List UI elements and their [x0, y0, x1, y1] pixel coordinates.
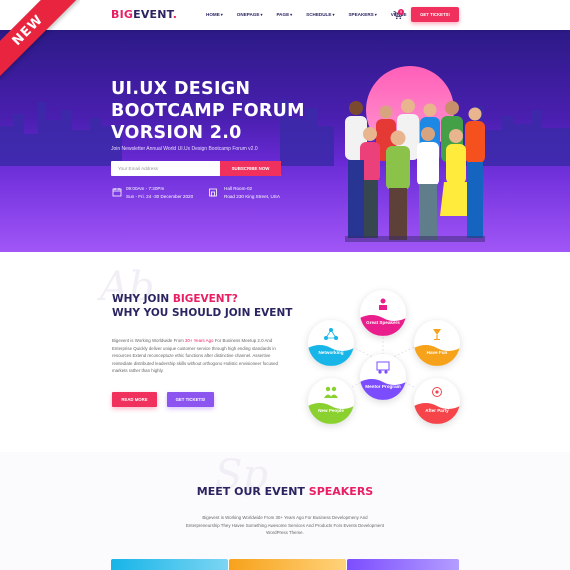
- nav-item-page[interactable]: PAGE ▾: [276, 12, 292, 17]
- location-icon: [209, 188, 217, 197]
- title-highlight: SPEAKERS: [308, 485, 374, 498]
- email-placeholder: Your Email Address: [118, 166, 158, 171]
- nav-item-onepage[interactable]: ONEPAGE ▾: [237, 12, 263, 17]
- nav-item-home[interactable]: HOME ▾: [206, 12, 223, 17]
- mentor-board-icon: [376, 361, 390, 374]
- hero-title-line2: BOOTCAMP FORUM: [111, 101, 305, 121]
- venue-hall: Hall Room-02: [224, 186, 253, 191]
- feature-label: After Party: [425, 408, 449, 413]
- site-header: BIGEVENT. HOME ▾ ONEPAGE ▾ PAGE ▾ SCHEDULE ▾…: [0, 0, 570, 30]
- feature-new-people[interactable]: New People: [308, 378, 354, 424]
- nav-item-speakers[interactable]: SPEAKERS ▾: [348, 12, 376, 17]
- nav-item-schedule[interactable]: SCHEDULE ▾: [306, 12, 334, 17]
- hero-title: UI.UX DESIGN BOOTCAMP FORUM VORSION 2.0: [111, 78, 305, 144]
- new-ribbon: NEW: [0, 0, 80, 80]
- feature-label: New People: [318, 408, 344, 413]
- site-logo[interactable]: BIGEVENT.: [111, 8, 177, 21]
- speaker-card[interactable]: [347, 559, 459, 570]
- cart-count-badge: 0: [398, 9, 404, 15]
- calendar-icon: [112, 188, 122, 197]
- network-icon: [324, 328, 338, 340]
- fun-drink-icon: [433, 329, 441, 340]
- nav-label: HOME: [206, 12, 220, 17]
- new-ribbon-label: NEW: [0, 0, 80, 80]
- why-join-section: Ab WHY JOIN BIGEVENT? WHY YOU SHOULD JOI…: [0, 252, 570, 452]
- logo-part1: BIG: [111, 8, 134, 21]
- title-prefix: MEET OUR EVENT: [196, 485, 309, 498]
- event-time-line1: 09:00Am - 7:30Pm: [126, 186, 165, 191]
- get-tickets-button[interactable]: GET TICKETS!: [411, 7, 459, 22]
- feature-networking[interactable]: Networking: [308, 320, 354, 366]
- speakers-description: Bigevent is Working Worldwide From 30+ Y…: [185, 515, 384, 535]
- speakers-section: Sp MEET OUR EVENT SPEAKERS Bigevent is W…: [0, 452, 570, 570]
- feature-label: Networking: [318, 350, 344, 355]
- caret-down-icon: ▾: [332, 12, 335, 17]
- event-time: 09:00Am - 7:30Pm Sun - Fri. 24 -30 Decem…: [126, 185, 193, 200]
- nav-label: SCHEDULE: [306, 12, 332, 17]
- people-icon: [324, 386, 338, 398]
- event-date-line: Sun - Fri. 24 -30 December 2020: [126, 193, 194, 199]
- feature-connectors: [351, 337, 415, 388]
- speaker-podium-icon: [379, 298, 387, 310]
- feature-mentor-program[interactable]: Mentor Program: [360, 354, 406, 400]
- feature-label: Mentor Program: [365, 384, 401, 389]
- feature-have-fun[interactable]: Have Fun: [414, 320, 460, 366]
- newsletter-email-input[interactable]: Your Email Address SUBSCRIBE NOW: [111, 161, 281, 176]
- event-venue: Hall Room-02 Road 230 King Street, USA: [224, 185, 280, 200]
- caret-down-icon: ▾: [220, 12, 223, 17]
- feature-after-party[interactable]: After Party: [414, 378, 460, 424]
- nav-label: ONEPAGE: [236, 12, 260, 17]
- feature-label: Have Fun: [426, 350, 448, 355]
- party-icon: [432, 387, 442, 397]
- logo-part2: EVENT: [133, 8, 173, 21]
- caret-down-icon: ▾: [290, 12, 293, 17]
- logo-dot: .: [172, 8, 178, 21]
- feature-great-speakers[interactable]: Great Speakers: [360, 290, 406, 336]
- speakers-title: MEET OUR EVENT SPEAKERS: [0, 485, 570, 498]
- speaker-card[interactable]: [229, 559, 346, 570]
- caret-down-icon: ▾: [374, 12, 377, 17]
- venue-address: Road 230 King Street, USA: [224, 193, 280, 199]
- feature-label: Great Speakers: [366, 320, 400, 325]
- hero-section: UI.UX DESIGN BOOTCAMP FORUM VORSION 2.0 …: [0, 30, 570, 252]
- hero-subtitle: Join Newsletter Annual World UI.Ux Desig…: [111, 146, 258, 152]
- hero-title-line1: UI.UX DESIGN: [111, 79, 251, 99]
- speaker-card[interactable]: [111, 559, 228, 570]
- hero-title-line3: VORSION 2.0: [111, 123, 242, 143]
- caret-down-icon: ▾: [260, 12, 263, 17]
- nav-label: PAGE: [276, 12, 290, 17]
- main-nav: HOME ▾ ONEPAGE ▾ PAGE ▾ SCHEDULE ▾ SPEAKERS ▾…: [206, 12, 421, 17]
- nav-label: SPEAKERS: [348, 12, 374, 17]
- subscribe-button[interactable]: SUBSCRIBE NOW: [220, 161, 281, 176]
